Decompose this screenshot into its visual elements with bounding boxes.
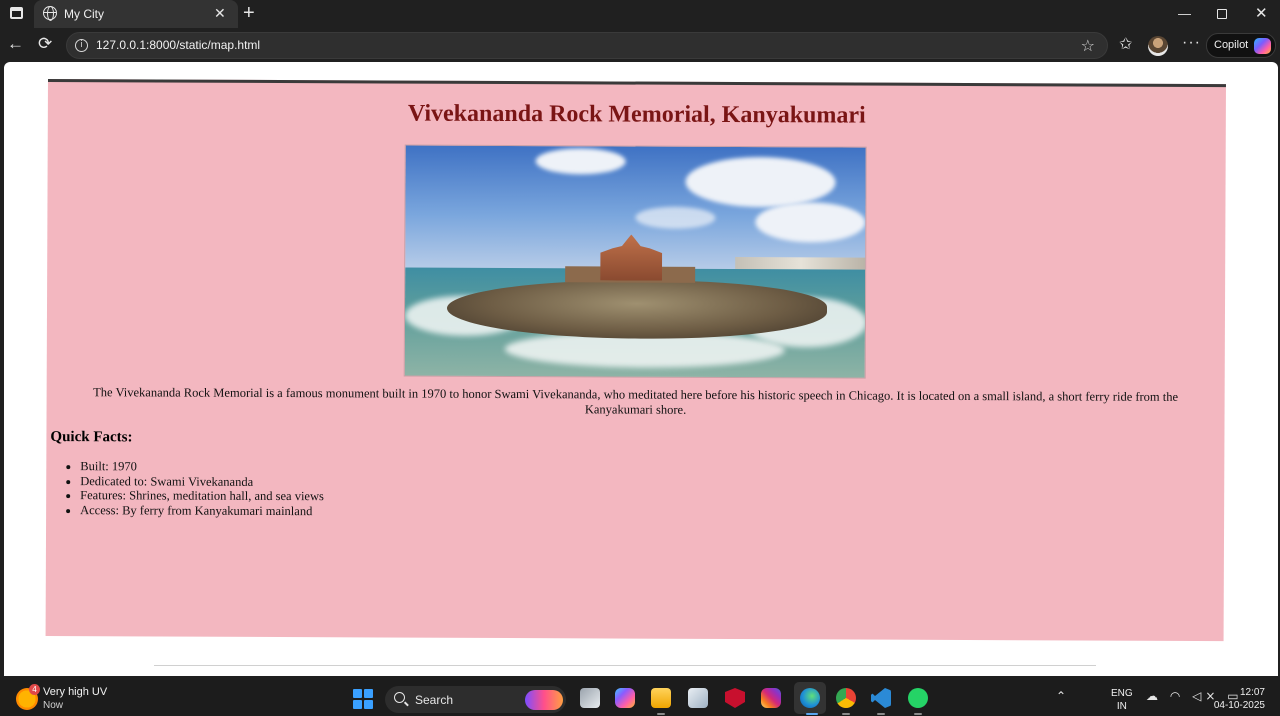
window-icon[interactable] — [10, 7, 23, 19]
clock[interactable]: 12:07 04-10-2025 — [1213, 686, 1265, 712]
edge-icon[interactable] — [800, 688, 820, 708]
weather-text[interactable]: Very high UV — [43, 686, 107, 698]
start-icon[interactable] — [353, 689, 373, 709]
taskbar: 4 Very high UV Now Search ⌃ ENG IN ☁ ◠ ◁… — [0, 680, 1280, 716]
close-icon[interactable]: ✕ — [214, 5, 226, 21]
browser-viewport: Vivekananda Rock Memorial, Kanyakumari T… — [4, 62, 1278, 676]
window-close-icon[interactable]: ✕ — [1255, 6, 1268, 22]
vscode-icon[interactable] — [871, 688, 891, 708]
whatsapp-icon[interactable] — [908, 688, 928, 708]
plus-icon[interactable]: + — [243, 2, 255, 24]
tab-strip: My City ✕ + — ✕ — [0, 0, 1280, 28]
instagram-icon[interactable] — [761, 688, 781, 708]
running-indicator — [914, 713, 922, 715]
language-indicator[interactable]: ENG IN — [1111, 687, 1133, 713]
photo-cloud — [755, 202, 866, 243]
page-description: The Vivekananda Rock Memorial is a famou… — [93, 385, 1179, 417]
memorial-photo — [403, 144, 867, 379]
list-item: Built: 1970 — [80, 459, 324, 475]
chevron-up-icon[interactable]: ⌃ — [1056, 689, 1066, 703]
page-title: Vivekananda Rock Memorial, Kanyakumari — [407, 100, 866, 129]
search-highlight-icon — [525, 690, 563, 710]
copilot-label: Copilot — [1214, 39, 1249, 51]
info-icon[interactable]: i — [75, 39, 88, 52]
more-icon[interactable]: ··· — [1182, 34, 1201, 52]
photo-cloud — [635, 206, 716, 229]
bottom-divider — [154, 665, 1096, 666]
mcafee-icon[interactable] — [725, 688, 745, 708]
address-bar[interactable]: i 127.0.0.1:8000/static/map.html ☆ — [66, 32, 1108, 59]
photo-cloud — [685, 156, 836, 208]
file-explorer-icon[interactable] — [651, 688, 671, 708]
tab-title: My City — [64, 7, 104, 21]
facts-list: Built: 1970 Dedicated to: Swami Vivekana… — [80, 459, 324, 518]
weather-badge: 4 — [29, 684, 40, 695]
chrome-icon[interactable] — [836, 688, 856, 708]
list-item: Features: Shrines, meditation hall, and … — [80, 488, 324, 504]
top-divider — [47, 79, 1226, 88]
clock-time: 12:07 — [1239, 687, 1265, 698]
list-item: Dedicated to: Swami Vivekananda — [80, 474, 324, 490]
language-region: IN — [1116, 701, 1127, 712]
favorites-icon[interactable]: ✩ — [1119, 34, 1132, 53]
back-arrow-icon[interactable]: ← — [7, 34, 24, 54]
tab-my-city[interactable]: My City ✕ — [34, 0, 238, 28]
weather-subtext: Now — [43, 700, 64, 711]
store-icon[interactable] — [688, 688, 708, 708]
list-item: Access: By ferry from Kanyakumari mainla… — [80, 503, 324, 519]
task-view-icon[interactable] — [580, 688, 600, 708]
facts-heading: Quick Facts: — [50, 429, 133, 446]
active-indicator — [806, 713, 818, 715]
copilot-app-icon[interactable] — [615, 688, 635, 708]
copilot-icon — [1254, 38, 1271, 54]
globe-icon — [43, 6, 57, 21]
running-indicator — [842, 713, 850, 715]
search-icon — [394, 692, 405, 703]
page-content: Vivekananda Rock Memorial, Kanyakumari T… — [45, 79, 1226, 642]
clock-date: 04-10-2025 — [1213, 700, 1265, 711]
language-code: ENG — [1111, 688, 1133, 699]
taskbar-search[interactable]: Search — [385, 686, 566, 713]
maximize-icon[interactable] — [1217, 9, 1227, 19]
url-text[interactable]: 127.0.0.1:8000/static/map.html — [96, 38, 260, 52]
avatar[interactable] — [1148, 36, 1168, 56]
copilot-button[interactable]: Copilot — [1206, 33, 1276, 58]
running-indicator — [877, 713, 885, 715]
search-label: Search — [415, 693, 454, 707]
minimize-icon[interactable]: — — [1178, 6, 1191, 22]
photo-cloud — [535, 148, 626, 175]
star-icon[interactable]: ☆ — [1081, 36, 1095, 55]
browser-toolbar: ← ⟳ i 127.0.0.1:8000/static/map.html ☆ — [0, 28, 1280, 62]
reload-icon[interactable]: ⟳ — [38, 34, 52, 54]
running-indicator — [657, 713, 665, 715]
